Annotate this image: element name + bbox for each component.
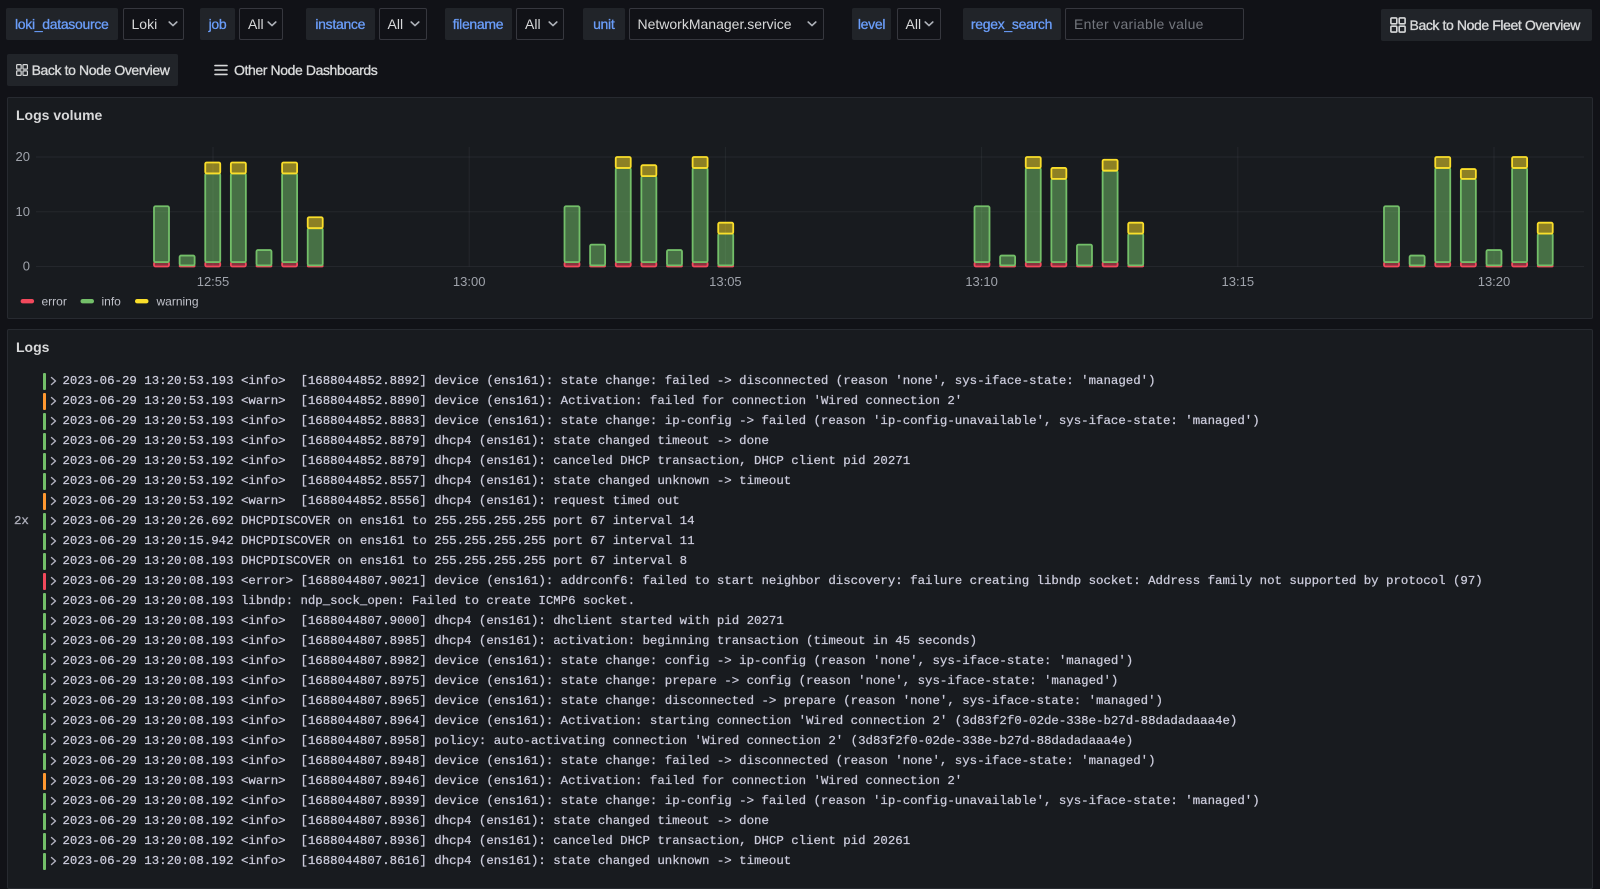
- svg-text:10: 10: [16, 204, 30, 219]
- svg-text:13:00: 13:00: [453, 274, 486, 289]
- svg-text:13:10: 13:10: [965, 274, 998, 289]
- svg-text:20: 20: [16, 149, 30, 164]
- svg-text:warning: warning: [156, 295, 199, 309]
- svg-text:13:15: 13:15: [1222, 274, 1255, 289]
- svg-text:13:20: 13:20: [1478, 274, 1511, 289]
- svg-text:info: info: [102, 295, 122, 309]
- svg-text:13:05: 13:05: [709, 274, 742, 289]
- svg-text:error: error: [42, 295, 67, 309]
- svg-text:0: 0: [23, 259, 30, 274]
- svg-text:12:55: 12:55: [197, 274, 230, 289]
